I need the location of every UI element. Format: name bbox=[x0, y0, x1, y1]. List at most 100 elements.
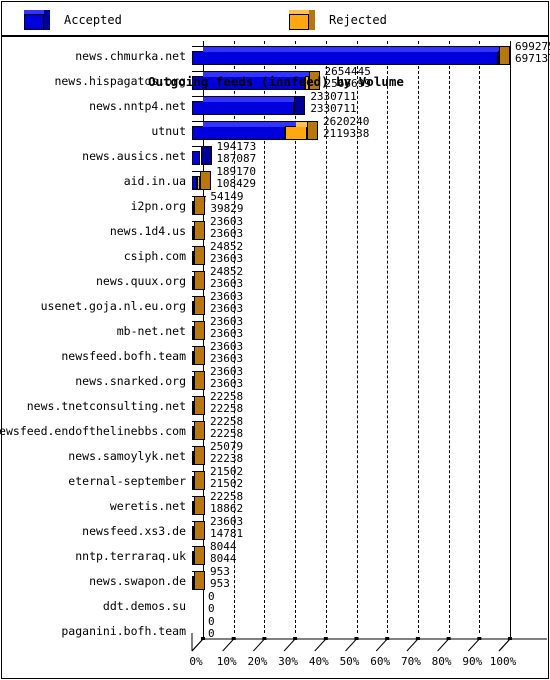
bar-value-rejected: 23603 bbox=[210, 327, 244, 340]
bar-value-labels: 189170 108429 bbox=[213, 166, 256, 191]
x-tick-label: 80% bbox=[431, 655, 452, 668]
bar-side-face bbox=[194, 271, 205, 290]
chart-bar-row: aid.in.ua 189170 108429 bbox=[2, 166, 550, 193]
chart-bar-row: utnut 2620240 2119338 bbox=[2, 116, 550, 143]
bar-depth-edge bbox=[192, 121, 204, 128]
bar-category-label: ddt.demos.su bbox=[102, 598, 186, 613]
bar-side-face bbox=[194, 196, 206, 215]
legend-item-rejected: Rejected bbox=[289, 9, 387, 31]
x-tick-label: 40% bbox=[308, 655, 329, 668]
bar-value-rejected: 23603 bbox=[210, 352, 244, 365]
bar-value-rejected: 23603 bbox=[210, 227, 244, 240]
bar-category-label: nntp.terraraq.uk bbox=[75, 548, 186, 563]
bar-side-face bbox=[194, 421, 205, 440]
bar-side-face bbox=[194, 371, 205, 390]
bar-value-labels: 22258 22258 bbox=[207, 416, 243, 441]
bar-value-labels: 23603 23603 bbox=[207, 216, 243, 241]
bar-value-rejected: 23603 bbox=[210, 377, 244, 390]
bar-category-label: mb-net.net bbox=[116, 323, 186, 338]
chart-bar-row: csiph.com 24852 23603 bbox=[2, 241, 550, 268]
legend-label-accepted: Accepted bbox=[64, 13, 122, 27]
bar-depth-edge bbox=[192, 46, 204, 53]
bar-value-labels: 21502 21502 bbox=[207, 466, 243, 491]
chart-bar-row: news.1d4.us 23603 23603 bbox=[2, 216, 550, 243]
chart-bar-row: eternal-september 21502 21502 bbox=[2, 466, 550, 493]
chart-bar-row: news.tnetconsulting.net 22258 22258 bbox=[2, 391, 550, 418]
bar-value-rejected: 2119338 bbox=[323, 127, 370, 140]
legend-swatch-rejected-icon bbox=[289, 10, 315, 30]
bar-side-face bbox=[294, 96, 306, 115]
bar-value-labels: 23603 23603 bbox=[207, 341, 243, 366]
chart-page: Accepted Rejected news.chmurka.net 699275… bbox=[0, 0, 550, 680]
chart-bar-row: news.nntp4.net 2330711 2330711 bbox=[2, 91, 550, 118]
bar-segment-accepted bbox=[192, 151, 201, 165]
bar-category-label: newsfeed.xs3.de bbox=[82, 523, 186, 538]
bar-side-face bbox=[194, 321, 205, 340]
bar-value-rejected: 22238 bbox=[210, 452, 244, 465]
bar-side-face bbox=[194, 521, 205, 540]
bar-value-rejected: 23603 bbox=[210, 277, 244, 290]
bar-side-face bbox=[194, 346, 205, 365]
bar-category-label: csiph.com bbox=[123, 248, 186, 263]
bar-value-rejected: 23603 bbox=[210, 302, 244, 315]
bar-segment-accepted bbox=[192, 101, 295, 115]
bar-value-labels: 25079 22238 bbox=[207, 441, 243, 466]
chart-plot-area: news.chmurka.net69927546971373news.hispa… bbox=[0, 36, 550, 679]
bar-side-face bbox=[194, 546, 205, 565]
bar-value-labels: 2330711 2330711 bbox=[307, 91, 356, 116]
x-tick-label: 50% bbox=[339, 655, 360, 668]
x-tick-label: 100% bbox=[489, 655, 517, 668]
bar-category-label: news.chmurka.net bbox=[75, 48, 186, 63]
bar-value-labels: 54149 39829 bbox=[207, 191, 243, 216]
bar-category-label: news.tnetconsulting.net bbox=[26, 398, 186, 413]
bar-side-face bbox=[194, 496, 205, 515]
axis-shelf-3d bbox=[191, 633, 547, 652]
bar-segment-accepted bbox=[192, 51, 499, 65]
bar-side-face bbox=[194, 396, 205, 415]
bar-category-label: news.ausics.net bbox=[82, 148, 186, 163]
bar-value-rejected: 14781 bbox=[210, 527, 244, 540]
bar-category-label: news.nntp4.net bbox=[89, 98, 186, 113]
chart-bar-row: news.swapon.de 953 953 bbox=[2, 566, 550, 593]
bar-segment-rejected bbox=[285, 126, 308, 140]
bar-category-label: i2pn.org bbox=[130, 198, 186, 213]
legend-swatch-accepted-icon bbox=[24, 10, 50, 30]
bar-category-label: news.samoylyk.net bbox=[68, 448, 186, 463]
bar-segment-accepted-top bbox=[203, 121, 297, 127]
bar-side-face bbox=[194, 571, 205, 590]
bar-side-face bbox=[194, 446, 205, 465]
bar-value-rejected: 108429 bbox=[216, 177, 257, 190]
x-tick-label: 90% bbox=[462, 655, 483, 668]
bar-value-labels: 22258 18862 bbox=[207, 491, 243, 516]
bar-value-labels: 00 bbox=[205, 591, 215, 616]
bar-value-rejected: 21502 bbox=[210, 477, 244, 490]
chart-bar-row: newsfeed.endofthelinebbs.com 22258 22258 bbox=[0, 416, 550, 443]
bar-value-labels: 2620240 2119338 bbox=[320, 116, 369, 141]
bar-value-labels: 22258 22258 bbox=[207, 391, 243, 416]
bar-segment-accepted-top bbox=[203, 46, 510, 52]
chart-bar-row: news.snarked.org 23603 23603 bbox=[2, 366, 550, 393]
bar-value-rejected: 18862 bbox=[210, 502, 244, 515]
bar-value-rejected: 953 bbox=[210, 577, 230, 590]
bar-value-rejected: 187087 bbox=[216, 152, 257, 165]
bar-category-label: utnut bbox=[151, 123, 186, 138]
bar-value-labels: 8044 8044 bbox=[207, 541, 237, 566]
chart-bar-row: weretis.net 22258 18862 bbox=[2, 491, 550, 518]
bar-category-label: weretis.net bbox=[109, 498, 186, 513]
bar-side-face bbox=[307, 121, 319, 140]
x-tick-label: 20% bbox=[247, 655, 268, 668]
bar-value-rejected: 22258 bbox=[210, 427, 244, 440]
chart-x-axis-title: Outgoing feeds (innfeed) by Volume bbox=[148, 74, 404, 89]
bar-category-label: newsfeed.bofh.team bbox=[61, 348, 186, 363]
chart-bar-row: i2pn.org 54149 39829 bbox=[2, 191, 550, 218]
bar-side-face bbox=[200, 171, 212, 190]
bar-value-rejected: 0 bbox=[208, 602, 215, 615]
bar-side-face bbox=[499, 46, 510, 65]
chart-bars: news.chmurka.net69927546971373news.hispa… bbox=[0, 37, 550, 640]
chart-bar-row: news.ausics.net 194173 187087 bbox=[2, 141, 550, 168]
bar-category-label: news.quux.org bbox=[95, 273, 186, 288]
bar-value-labels: 69927546971373 bbox=[512, 41, 550, 66]
bar-value-labels: 24852 23603 bbox=[207, 241, 243, 266]
bar-value-rejected: 39829 bbox=[210, 202, 244, 215]
legend-item-accepted: Accepted bbox=[24, 9, 122, 31]
